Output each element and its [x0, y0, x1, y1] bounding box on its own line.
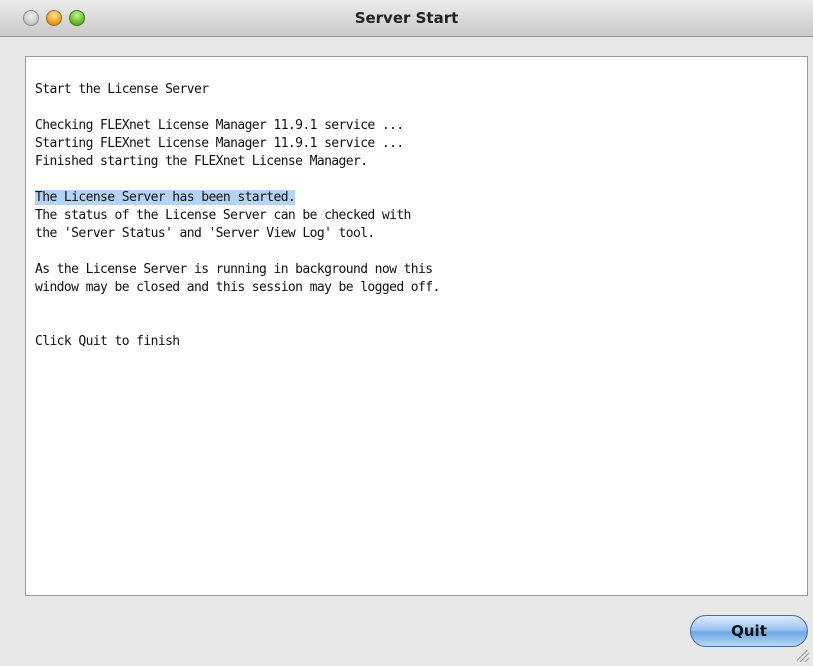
title-bar[interactable]: Server Start — [0, 0, 813, 37]
log-line: As the License Server is running in back… — [35, 261, 807, 279]
log-line-text: Click Quit to finish — [35, 334, 180, 349]
selected-log-line: The License Server has been started. — [35, 189, 807, 207]
log-line: The status of the License Server can be … — [35, 207, 807, 225]
window-title: Server Start — [354, 9, 459, 27]
resize-grip-icon[interactable] — [797, 650, 809, 662]
log-line: Start the License Server — [35, 81, 807, 99]
log-line-text: Finished starting the FLEXnet License Ma… — [35, 154, 368, 169]
output-text-area[interactable]: Start the License Server Checking FLEXnet… — [25, 56, 808, 596]
log-line-text: Start the License Server — [35, 82, 209, 97]
log-line: Finished starting the FLEXnet License Ma… — [35, 153, 807, 171]
log-line-text: As the License Server is running in back… — [35, 262, 433, 277]
log-line-text: The License Server has been started. — [35, 190, 296, 205]
log-line: Starting FLEXnet License Manager 11.9.1 … — [35, 135, 807, 153]
log-line: the 'Server Status' and 'Server View Log… — [35, 225, 807, 243]
log-line: window may be closed and this session ma… — [35, 279, 807, 297]
log-line-text: The status of the License Server can be … — [35, 208, 411, 223]
log-line-text: Starting FLEXnet License Manager 11.9.1 … — [35, 136, 404, 151]
log-line: Click Quit to finish — [35, 333, 807, 351]
log-line-text: window may be closed and this session ma… — [35, 280, 440, 295]
log-line-text: the 'Server Status' and 'Server View Log… — [35, 226, 375, 241]
log-line: Checking FLEXnet License Manager 11.9.1 … — [35, 117, 807, 135]
quit-button[interactable]: Quit — [690, 615, 808, 647]
server-start-window: Server Start Start the License Server Che… — [0, 0, 813, 666]
log-line-text: Checking FLEXnet License Manager 11.9.1 … — [35, 118, 404, 133]
